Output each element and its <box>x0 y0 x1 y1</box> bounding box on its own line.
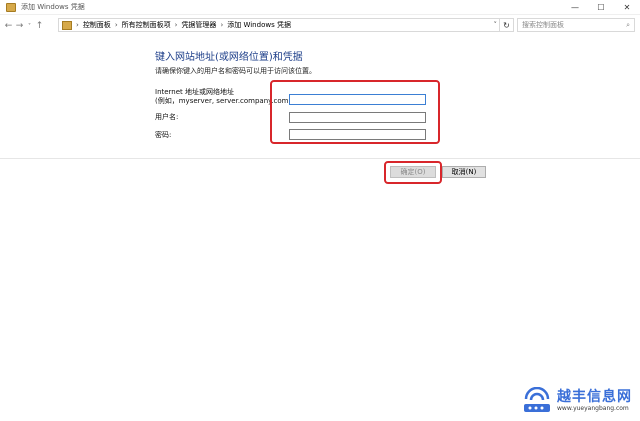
back-button[interactable]: ← <box>3 19 14 33</box>
breadcrumb-separator: › <box>114 21 118 29</box>
title-bar: 添加 Windows 凭据 — ☐ ✕ <box>0 0 640 15</box>
page-description: 请确保你键入的用户名和密码可以用于访问该位置。 <box>155 67 316 75</box>
cancel-button[interactable]: 取消(N) <box>442 166 486 178</box>
divider <box>0 158 640 159</box>
close-button[interactable]: ✕ <box>614 0 640 14</box>
search-box[interactable]: 搜索控制面板 ⌕ <box>517 18 635 32</box>
watermark-url: www.yueyangbang.com <box>557 404 629 412</box>
window-title: 添加 Windows 凭据 <box>21 3 85 11</box>
up-button[interactable]: ↑ <box>34 19 45 33</box>
address-dropdown-button[interactable]: ˅ <box>494 19 498 31</box>
control-panel-icon <box>6 2 16 12</box>
search-placeholder: 搜索控制面板 <box>522 21 564 29</box>
password-label: 密码: <box>155 131 172 139</box>
breadcrumb-credential-manager[interactable]: 凭据管理器 <box>181 20 216 30</box>
inputs-highlight-box <box>270 80 440 144</box>
breadcrumb-all-items[interactable]: 所有控制面板项 <box>122 20 171 30</box>
forward-button[interactable]: → <box>14 19 25 33</box>
refresh-icon[interactable]: ↻ <box>500 18 514 32</box>
watermark: 越丰信息网 www.yueyangbang.com <box>520 387 632 413</box>
watermark-name: 越丰信息网 <box>557 388 632 405</box>
credential-window: 添加 Windows 凭据 — ☐ ✕ ← → ˅ ↑ › 控制面板 › 所有控… <box>0 0 640 421</box>
username-label: 用户名: <box>155 113 179 121</box>
window-controls: — ☐ ✕ <box>562 0 640 14</box>
watermark-logo-icon <box>524 387 550 412</box>
breadcrumb-separator: › <box>174 21 178 29</box>
maximize-button[interactable]: ☐ <box>588 0 614 14</box>
ok-button[interactable]: 确定(O) <box>390 166 436 178</box>
breadcrumb-separator: › <box>76 21 79 29</box>
breadcrumb-control-panel[interactable]: 控制面板 <box>83 20 111 30</box>
navigation-bar: ← → ˅ ↑ › 控制面板 › 所有控制面板项 › 凭据管理器 › 添加 Wi… <box>0 18 640 34</box>
search-icon: ⌕ <box>626 20 630 29</box>
address-bar[interactable]: › 控制面板 › 所有控制面板项 › 凭据管理器 › 添加 Windows 凭据… <box>58 18 500 32</box>
page-title: 键入网站地址(或网络位置)和凭据 <box>155 52 303 63</box>
minimize-button[interactable]: — <box>562 0 588 14</box>
breadcrumb-separator: › <box>220 21 224 29</box>
breadcrumb-add-credential[interactable]: 添加 Windows 凭据 <box>227 20 291 30</box>
recent-locations-button[interactable]: ˅ <box>25 19 34 33</box>
control-panel-icon <box>62 20 72 30</box>
